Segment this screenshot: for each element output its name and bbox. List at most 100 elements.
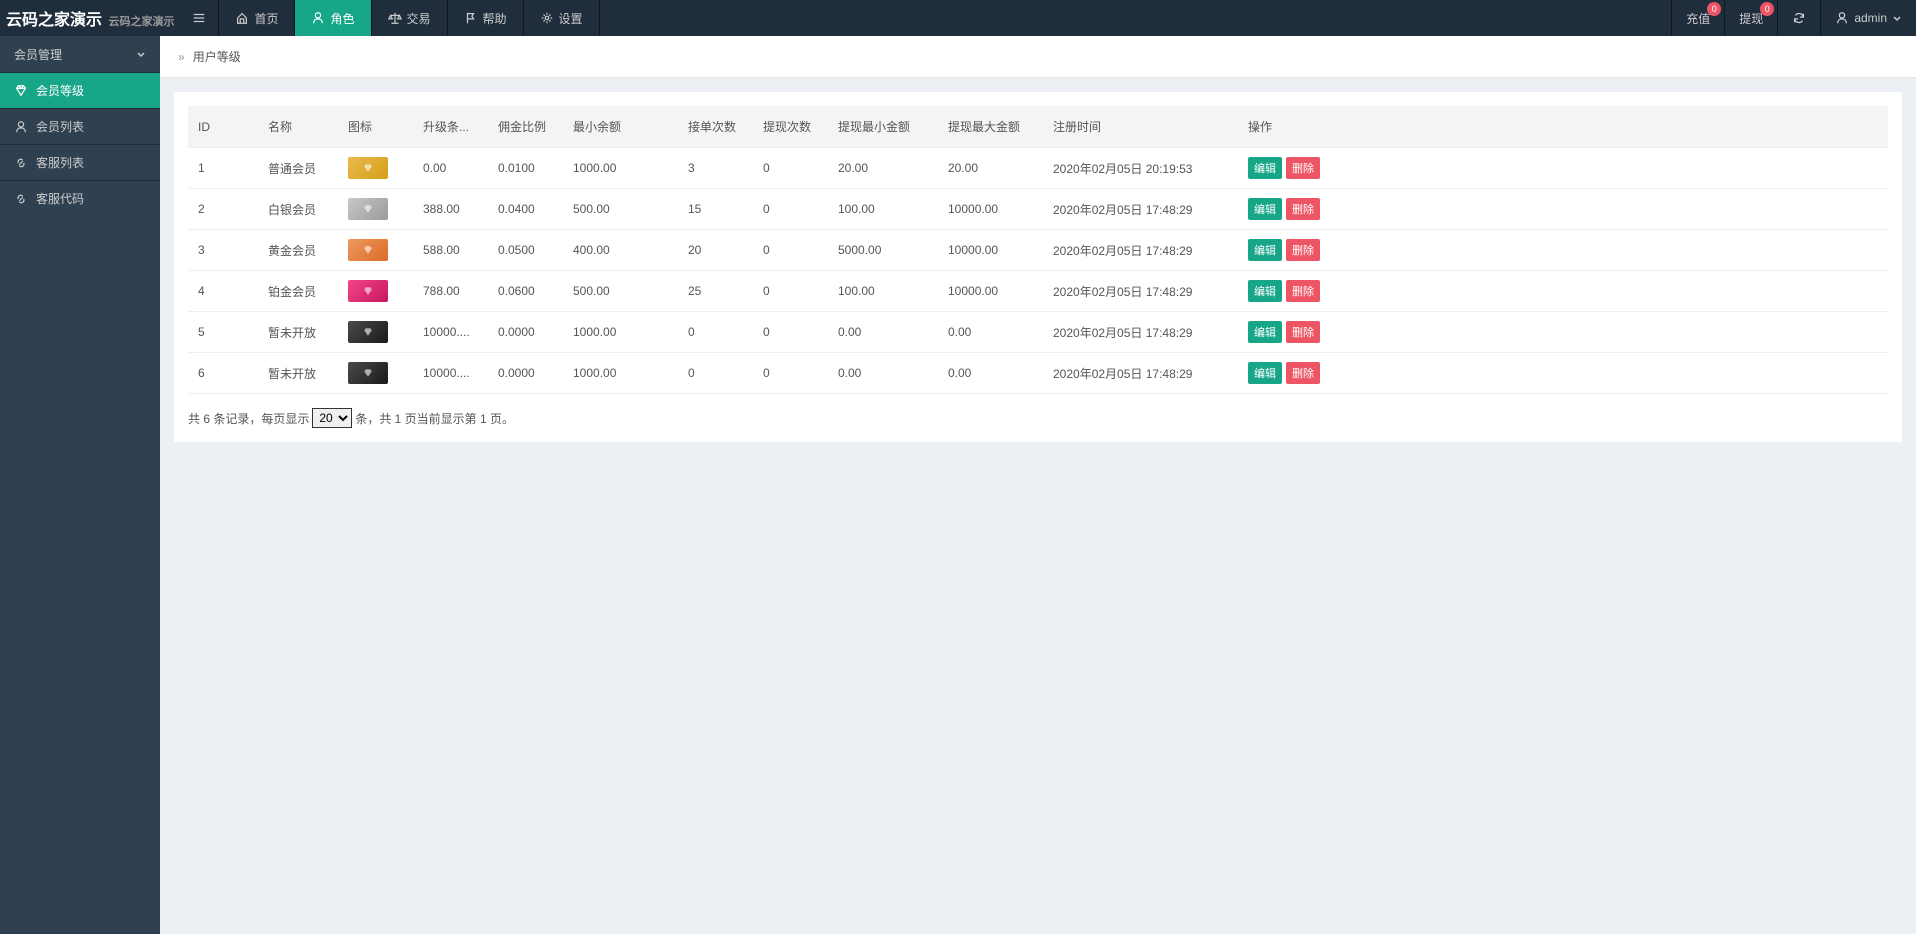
sidebar-item-label: 客服代码	[36, 190, 84, 207]
cell-id: 6	[188, 353, 258, 394]
th-commission[interactable]: 佣金比例	[488, 106, 563, 148]
table-body: 1普通会员0.000.01001000.003020.0020.002020年0…	[188, 148, 1888, 394]
panel: ID名称图标升级条...佣金比例最小余额接单次数提现次数提现最小金额提现最大金额…	[174, 92, 1902, 442]
th-withdrawmin[interactable]: 提现最小金额	[828, 106, 938, 148]
user-icon	[1835, 11, 1849, 25]
cell-withdrawmax: 20.00	[938, 148, 1043, 189]
nav-item-scale[interactable]: 交易	[372, 0, 448, 36]
cell-withdrawmax: 0.00	[938, 312, 1043, 353]
sidebar-item-1[interactable]: 会员列表	[0, 108, 160, 144]
sidebar-item-label: 客服列表	[36, 154, 84, 171]
nav-item-label: 角色	[330, 10, 354, 27]
delete-button[interactable]: 删除	[1286, 362, 1320, 384]
cell-regtime: 2020年02月05日 17:48:29	[1043, 271, 1238, 312]
cell-commission: 0.0100	[488, 148, 563, 189]
delete-button[interactable]: 删除	[1286, 198, 1320, 220]
edit-button[interactable]: 编辑	[1248, 280, 1282, 302]
nav-item-flag[interactable]: 帮助	[448, 0, 524, 36]
level-icon	[348, 157, 388, 179]
th-name[interactable]: 名称	[258, 106, 338, 148]
table-row: 6暂未开放10000....0.00001000.00000.000.00202…	[188, 353, 1888, 394]
sidebar-item-2[interactable]: 客服列表	[0, 144, 160, 180]
nav-item-label: 设置	[559, 10, 583, 27]
brand-sub: 云码之家演示	[108, 16, 174, 28]
brand: 云码之家演示 云码之家演示	[0, 6, 180, 30]
edit-button[interactable]: 编辑	[1248, 321, 1282, 343]
cell-icon	[338, 230, 413, 271]
sidebar-group-label: 会员管理	[14, 46, 62, 63]
th-upgrade[interactable]: 升级条...	[413, 106, 488, 148]
delete-button[interactable]: 删除	[1286, 157, 1320, 179]
cell-withdrawcnt: 0	[753, 312, 828, 353]
user-icon	[14, 120, 28, 134]
cell-orders: 25	[678, 271, 753, 312]
sidebar-item-0[interactable]: 会员等级	[0, 72, 160, 108]
th-regtime[interactable]: 注册时间	[1043, 106, 1238, 148]
cell-ops: 编辑删除	[1238, 271, 1888, 312]
delete-button[interactable]: 删除	[1286, 321, 1320, 343]
sidebar-group-member[interactable]: 会员管理	[0, 36, 160, 72]
edit-button[interactable]: 编辑	[1248, 157, 1282, 179]
link-icon	[14, 156, 28, 170]
cell-commission: 0.0600	[488, 271, 563, 312]
cell-withdrawmin: 0.00	[828, 312, 938, 353]
th-icon[interactable]: 图标	[338, 106, 413, 148]
cell-commission: 0.0400	[488, 189, 563, 230]
cell-ops: 编辑删除	[1238, 230, 1888, 271]
cell-commission: 0.0000	[488, 312, 563, 353]
user-icon	[311, 11, 325, 25]
cell-icon	[338, 148, 413, 189]
cell-regtime: 2020年02月05日 17:48:29	[1043, 312, 1238, 353]
table-row: 5暂未开放10000....0.00001000.00000.000.00202…	[188, 312, 1888, 353]
nav-item-user[interactable]: 角色	[295, 0, 371, 36]
home-icon	[235, 11, 249, 25]
user-menu[interactable]: admin	[1820, 0, 1916, 36]
link-icon	[14, 192, 28, 206]
cell-upgrade: 10000....	[413, 353, 488, 394]
cell-orders: 0	[678, 353, 753, 394]
pagination-info: 共 6 条记录，每页显示 20 条，共 1 页当前显示第 1 页。	[188, 408, 1888, 428]
level-icon	[348, 362, 388, 384]
sidebar-toggle-button[interactable]	[180, 0, 219, 36]
th-withdrawcnt[interactable]: 提现次数	[753, 106, 828, 148]
delete-button[interactable]: 删除	[1286, 239, 1320, 261]
nav-item-label: 首页	[254, 10, 278, 27]
sidebar-item-3[interactable]: 客服代码	[0, 180, 160, 216]
edit-button[interactable]: 编辑	[1248, 239, 1282, 261]
cell-orders: 20	[678, 230, 753, 271]
cell-withdrawcnt: 0	[753, 353, 828, 394]
table-row: 2白银会员388.000.0400500.00150100.0010000.00…	[188, 189, 1888, 230]
recharge-badge: 0	[1707, 2, 1721, 16]
menu-icon	[192, 11, 206, 25]
recharge-label: 充值	[1686, 10, 1710, 27]
recharge-button[interactable]: 充值 0	[1671, 0, 1724, 36]
th-ops[interactable]: 操作	[1238, 106, 1888, 148]
cell-name: 白银会员	[258, 189, 338, 230]
withdraw-button[interactable]: 提现 0	[1724, 0, 1777, 36]
nav-item-gear[interactable]: 设置	[524, 0, 600, 36]
cell-minbal: 1000.00	[563, 353, 678, 394]
edit-button[interactable]: 编辑	[1248, 198, 1282, 220]
cell-id: 5	[188, 312, 258, 353]
cell-upgrade: 0.00	[413, 148, 488, 189]
th-id[interactable]: ID	[188, 106, 258, 148]
nav-item-home[interactable]: 首页	[219, 0, 295, 36]
table-row: 3黄金会员588.000.0500400.002005000.0010000.0…	[188, 230, 1888, 271]
cell-withdrawmin: 100.00	[828, 271, 938, 312]
table-header-row: ID名称图标升级条...佣金比例最小余额接单次数提现次数提现最小金额提现最大金额…	[188, 106, 1888, 148]
cell-withdrawcnt: 0	[753, 271, 828, 312]
pagesize-select[interactable]: 20	[312, 408, 352, 428]
sidebar-item-label: 会员列表	[36, 118, 84, 135]
delete-button[interactable]: 删除	[1286, 280, 1320, 302]
cell-withdrawcnt: 0	[753, 230, 828, 271]
th-minbal[interactable]: 最小余额	[563, 106, 678, 148]
th-orders[interactable]: 接单次数	[678, 106, 753, 148]
level-icon	[348, 239, 388, 261]
edit-button[interactable]: 编辑	[1248, 362, 1282, 384]
chevron-down-icon	[1892, 13, 1902, 23]
cell-id: 4	[188, 271, 258, 312]
th-withdrawmax[interactable]: 提现最大金额	[938, 106, 1043, 148]
diamond-icon	[14, 84, 28, 98]
refresh-button[interactable]	[1777, 0, 1820, 36]
table-row: 1普通会员0.000.01001000.003020.0020.002020年0…	[188, 148, 1888, 189]
